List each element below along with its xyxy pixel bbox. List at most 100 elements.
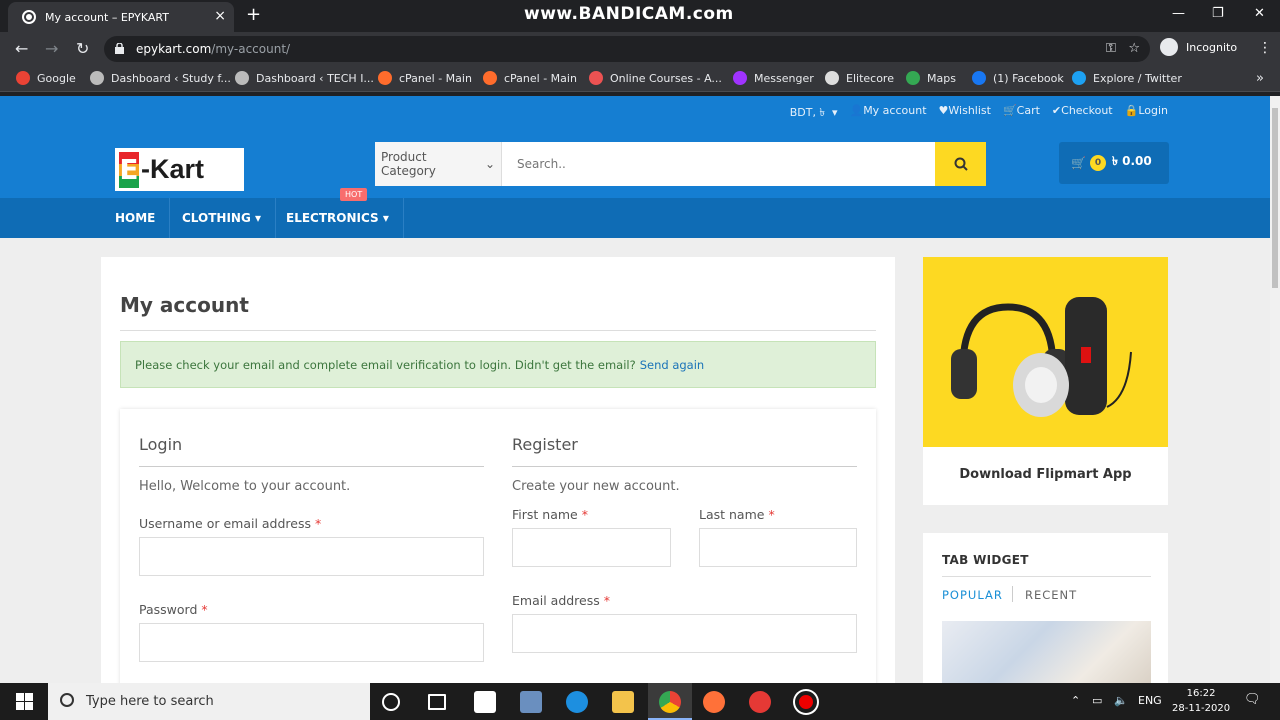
app-promo-banner[interactable]: Download Flipmart App bbox=[923, 257, 1168, 505]
edge-icon[interactable] bbox=[566, 691, 588, 713]
search-button[interactable] bbox=[935, 142, 986, 186]
maximize-icon[interactable]: ❐ bbox=[1212, 6, 1224, 21]
forward-arrow-icon[interactable]: → bbox=[45, 39, 58, 58]
scrollbar-thumb[interactable] bbox=[1272, 108, 1278, 288]
bookmark-item[interactable]: cPanel - Main bbox=[483, 71, 577, 85]
wordpress-icon bbox=[90, 71, 104, 85]
language-indicator[interactable]: ENG bbox=[1138, 694, 1162, 707]
volume-icon[interactable]: 🔈 bbox=[1114, 694, 1128, 707]
bookmark-item[interactable]: cPanel - Main bbox=[378, 71, 472, 85]
electronics-illustration bbox=[951, 297, 1132, 417]
bookmark-item[interactable]: Dashboard ‹ TECH I... bbox=[235, 71, 374, 85]
password-field[interactable] bbox=[139, 623, 484, 662]
divider bbox=[139, 466, 484, 467]
messenger-icon bbox=[733, 71, 747, 85]
hot-badge: HOT bbox=[340, 188, 368, 201]
chrome-taskbar-button[interactable] bbox=[648, 683, 692, 720]
bookmark-item[interactable]: Elitecore bbox=[825, 71, 894, 85]
currency-selector[interactable]: BDT, ৳ ▾ bbox=[790, 104, 838, 123]
last-name-label: Last name * bbox=[699, 507, 775, 522]
more-bookmarks-icon[interactable]: » bbox=[1256, 71, 1264, 86]
word-app-icon[interactable] bbox=[474, 691, 496, 713]
bookmark-item[interactable]: Maps bbox=[906, 71, 956, 85]
password-label: Password * bbox=[139, 602, 208, 617]
product-category-select[interactable]: Product Category ⌄ bbox=[375, 142, 502, 186]
divider bbox=[120, 330, 876, 331]
url-field[interactable]: epykart.com/my-account/ ⚿ ☆ bbox=[104, 36, 1150, 62]
send-again-link[interactable]: Send again bbox=[640, 358, 705, 372]
task-view-icon[interactable] bbox=[428, 694, 446, 710]
address-bar-row: ← → ↻ epykart.com/my-account/ ⚿ ☆ bbox=[0, 32, 1280, 66]
chrome-icon bbox=[659, 691, 681, 713]
page-scrollbar[interactable] bbox=[1270, 96, 1280, 683]
username-field[interactable] bbox=[139, 537, 484, 576]
checkout-link[interactable]: ✔Checkout bbox=[1052, 104, 1113, 123]
minimize-icon[interactable]: — bbox=[1172, 6, 1185, 21]
nav-electronics[interactable]: ELECTRONICS ▾ bbox=[272, 198, 404, 238]
last-name-field[interactable] bbox=[699, 528, 857, 567]
top-utility-bar: BDT, ৳ ▾ 👤My account ♥Wishlist 🛒Cart ✔Ch… bbox=[0, 96, 1270, 126]
bookmark-item[interactable]: Google bbox=[16, 71, 76, 85]
maps-icon bbox=[906, 71, 920, 85]
register-subtitle: Create your new account. bbox=[512, 479, 680, 494]
headphones-speaker-image bbox=[923, 257, 1168, 447]
reload-icon[interactable]: ↻ bbox=[76, 39, 89, 58]
notifications-icon[interactable]: 🗨 bbox=[1244, 692, 1261, 707]
header-cart-button[interactable]: 🛒 0 ৳ 0.00 bbox=[1059, 142, 1169, 184]
tab-close-icon[interactable]: × bbox=[214, 8, 226, 24]
key-and-star-icons[interactable]: ⚿ ☆ bbox=[1106, 41, 1140, 56]
cart-link[interactable]: 🛒Cart bbox=[1003, 104, 1040, 123]
record-icon[interactable] bbox=[795, 691, 817, 713]
window-close-icon[interactable]: ✕ bbox=[1254, 6, 1265, 21]
windows-start-icon[interactable] bbox=[16, 693, 33, 710]
file-explorer-icon[interactable] bbox=[612, 691, 634, 713]
top-links: BDT, ৳ ▾ 👤My account ♥Wishlist 🛒Cart ✔Ch… bbox=[790, 104, 1168, 123]
tab-recent[interactable]: RECENT bbox=[1025, 588, 1077, 602]
new-tab-icon[interactable]: + bbox=[246, 4, 261, 25]
cortana-icon[interactable] bbox=[382, 693, 400, 711]
browser-tab-active[interactable]: My account – EPYKART × bbox=[8, 2, 234, 32]
facebook-icon bbox=[972, 71, 986, 85]
windows-taskbar: Type here to search ⌃ ▭ 🔈 ENG 16:22 28-1… bbox=[0, 683, 1280, 720]
web-page: BDT, ৳ ▾ 👤My account ♥Wishlist 🛒Cart ✔Ch… bbox=[0, 96, 1270, 683]
search-icon bbox=[954, 157, 968, 171]
site-logo[interactable]: E -Kart bbox=[115, 148, 244, 191]
bookmark-item[interactable]: Dashboard ‹ Study f... bbox=[90, 71, 231, 85]
bookmark-item[interactable]: Messenger bbox=[733, 71, 814, 85]
bookmark-item[interactable]: (1) Facebook bbox=[972, 71, 1064, 85]
email-label: Email address * bbox=[512, 593, 610, 608]
product-thumbnail[interactable] bbox=[942, 621, 1151, 683]
bookmarks-bar: Google Dashboard ‹ Study f... Dashboard … bbox=[0, 66, 1280, 92]
nav-home[interactable]: HOME bbox=[101, 198, 171, 238]
taskbar-search[interactable]: Type here to search bbox=[48, 683, 370, 720]
recording-watermark: www.BANDICAM.com bbox=[524, 4, 734, 24]
tray-chevron-icon[interactable]: ⌃ bbox=[1071, 694, 1080, 707]
login-link[interactable]: 🔒Login bbox=[1125, 104, 1168, 123]
firefox-icon[interactable] bbox=[703, 691, 725, 713]
search-input[interactable] bbox=[502, 142, 935, 186]
globe-icon bbox=[825, 71, 839, 85]
app-icon[interactable] bbox=[520, 691, 542, 713]
browser-menu-icon[interactable]: ⋮ bbox=[1258, 40, 1272, 56]
login-register-card: Login Hello, Welcome to your account. Us… bbox=[120, 409, 876, 683]
incognito-indicator[interactable]: Incognito bbox=[1160, 38, 1237, 56]
tab-popular[interactable]: POPULAR bbox=[942, 588, 1003, 602]
login-heading: Login bbox=[139, 435, 183, 454]
bookmark-item[interactable]: Online Courses - A... bbox=[589, 71, 722, 85]
back-arrow-icon[interactable]: ← bbox=[15, 39, 28, 58]
nav-clothing[interactable]: CLOTHING ▾ bbox=[168, 198, 277, 238]
network-icon[interactable]: ▭ bbox=[1092, 694, 1102, 707]
incognito-label: Incognito bbox=[1186, 40, 1238, 54]
clock[interactable]: 16:22 28-11-2020 bbox=[1172, 686, 1230, 716]
wishlist-link[interactable]: ♥Wishlist bbox=[939, 104, 991, 123]
bookmark-item[interactable]: Explore / Twitter bbox=[1072, 71, 1182, 85]
url-domain: epykart.com bbox=[136, 42, 212, 56]
first-name-field[interactable] bbox=[512, 528, 671, 567]
tab-widget: TAB WIDGET POPULAR RECENT bbox=[923, 533, 1168, 683]
lock-icon bbox=[115, 43, 124, 54]
app-icon[interactable] bbox=[749, 691, 771, 713]
email-field[interactable] bbox=[512, 614, 857, 653]
cart-total: ৳ 0.00 bbox=[1111, 154, 1152, 168]
my-account-link[interactable]: 👤My account bbox=[849, 104, 926, 123]
logo-text: -Kart bbox=[141, 154, 205, 184]
